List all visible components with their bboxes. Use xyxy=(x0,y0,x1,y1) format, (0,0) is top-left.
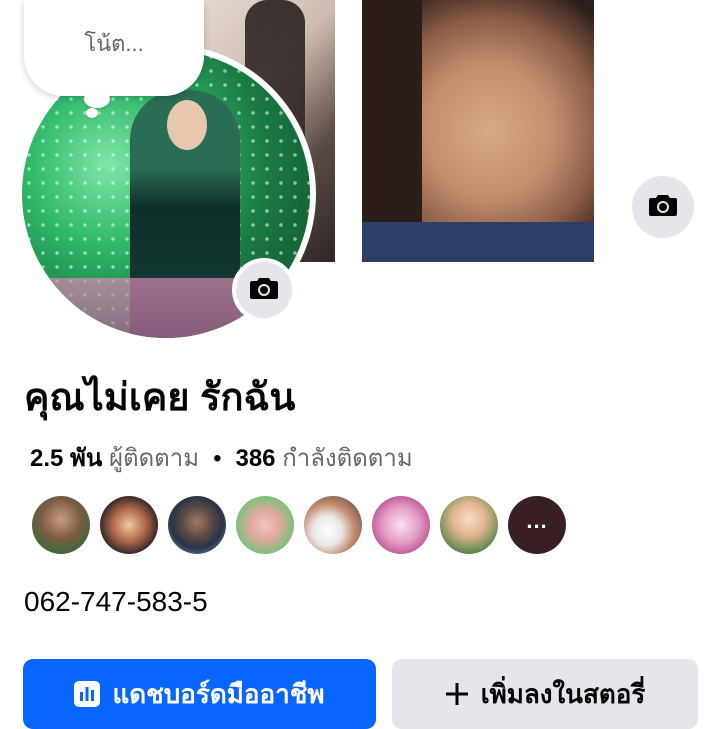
camera-icon xyxy=(250,276,278,305)
follow-stats: 2.5 พัน ผู้ติดตาม • 386 กำลังติดตาม xyxy=(30,438,413,477)
profile-picture-camera-button[interactable] xyxy=(232,258,296,322)
profile-name: คุณไม่เคย รักฉัน xyxy=(24,377,296,419)
followers-label: ผู้ติดตาม xyxy=(108,445,200,472)
note-bubble-tail-small xyxy=(86,108,98,118)
professional-dashboard-button[interactable]: แดชบอร์ดมืออาชีพ xyxy=(23,659,376,729)
followers-link[interactable]: 2.5 พัน ผู้ติดตาม xyxy=(30,445,199,472)
stats-separator: • xyxy=(213,445,222,472)
followers-count: 2.5 พัน xyxy=(30,445,103,472)
follower-avatar[interactable] xyxy=(440,496,498,554)
follower-avatar[interactable] xyxy=(236,496,294,554)
more-followers-button[interactable]: ... xyxy=(508,496,566,554)
following-count: 386 xyxy=(235,445,276,472)
add-to-story-label: เพิ่มลงในสตอรี่ xyxy=(480,678,646,709)
following-label: กำลังติดตาม xyxy=(282,445,413,472)
follower-avatar[interactable] xyxy=(168,496,226,554)
bar-chart-icon xyxy=(74,681,101,707)
cover-camera-button[interactable] xyxy=(632,176,694,238)
plus-icon xyxy=(445,682,469,706)
cover-photo-right xyxy=(362,0,594,262)
follower-avatars: ... xyxy=(32,496,576,556)
following-link[interactable]: 386 กำลังติดตาม xyxy=(235,445,412,472)
follower-avatar[interactable] xyxy=(304,496,362,554)
note-bubble[interactable]: โน้ต... xyxy=(24,0,204,96)
follower-avatar[interactable] xyxy=(372,496,430,554)
follower-avatar[interactable] xyxy=(100,496,158,554)
phone-number: 062-747-583-5 xyxy=(24,586,208,617)
more-followers-label: ... xyxy=(526,508,548,533)
follower-avatar[interactable] xyxy=(32,496,90,554)
note-placeholder: โน้ต... xyxy=(84,30,144,56)
professional-dashboard-label: แดชบอร์ดมืออาชีพ xyxy=(112,678,325,709)
camera-icon xyxy=(649,193,677,222)
note-bubble-tail xyxy=(84,90,110,108)
add-to-story-button[interactable]: เพิ่มลงในสตอรี่ xyxy=(392,659,698,729)
